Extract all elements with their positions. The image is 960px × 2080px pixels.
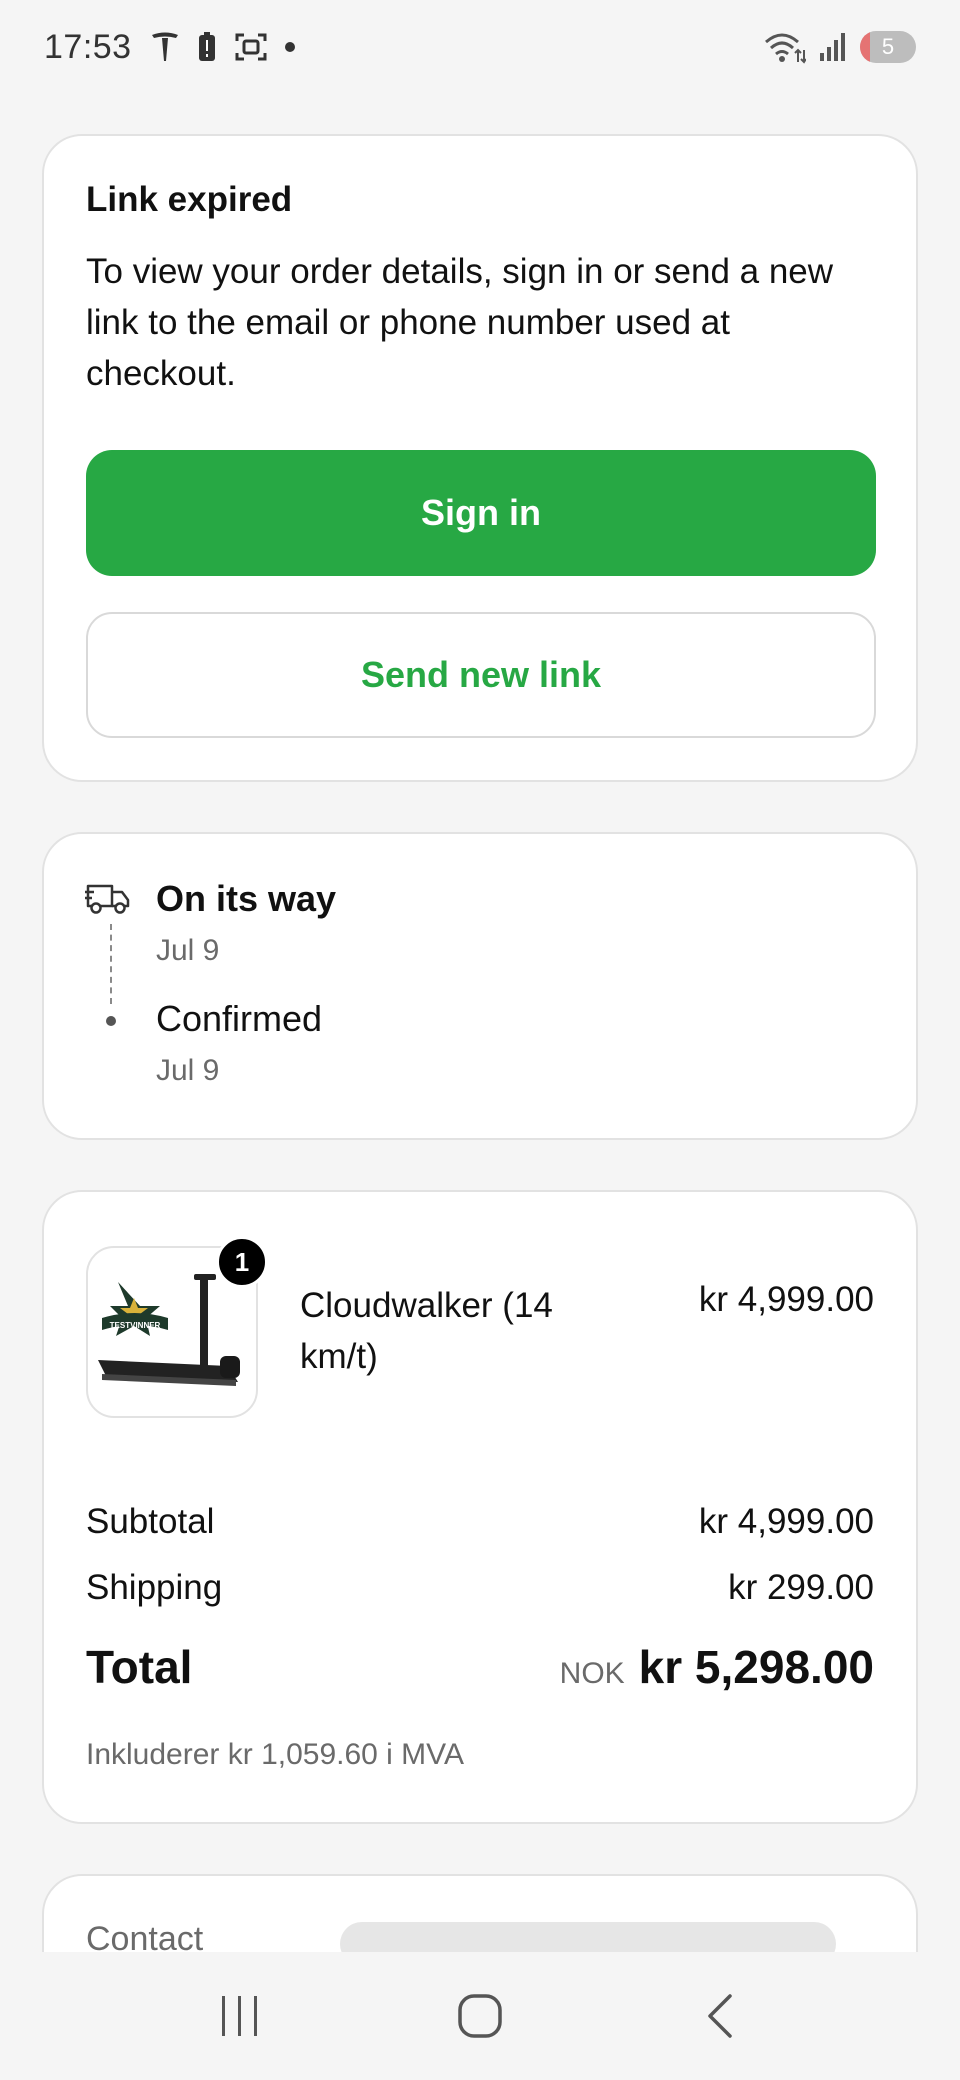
battery-alert-icon xyxy=(198,32,215,61)
step-title: On its way xyxy=(156,878,337,919)
tax-info: Inkluderer kr 1,059.60 i MVA xyxy=(86,1738,464,1771)
shipping-label: Shipping xyxy=(86,1568,223,1607)
status-time: 17:53 xyxy=(44,27,132,66)
total-amount: NOK kr 5,298.00 xyxy=(560,1640,874,1694)
signal-icon xyxy=(820,33,845,61)
total-label: Total xyxy=(86,1641,193,1693)
total-currency: NOK xyxy=(559,1657,625,1690)
timeline-connector xyxy=(110,924,112,1004)
contact-value-placeholder xyxy=(340,1922,836,1952)
send-new-link-label: Send new link xyxy=(360,654,602,695)
back-icon xyxy=(708,1994,732,2038)
timeline-dot xyxy=(106,1016,116,1026)
tesla-icon xyxy=(151,32,178,61)
recent-apps-icon xyxy=(222,1996,257,2036)
order-summary-card: TESTVINNER 1 Cloudwalker (14 km/t) kr 4,… xyxy=(42,1190,918,1824)
sign-in-label: Sign in xyxy=(421,492,541,533)
link-expired-message: To view your order details, sign in or s… xyxy=(86,252,834,393)
timeline-step-confirmed: Confirmed Jul 9 xyxy=(156,998,322,1088)
subtotal-label: Subtotal xyxy=(86,1502,215,1541)
status-right: 5 xyxy=(762,30,916,64)
home-icon xyxy=(458,1994,502,2038)
product-price: kr 4,999.00 xyxy=(698,1280,874,1319)
shipping-value: kr 299.00 xyxy=(728,1568,874,1607)
screen-capture-icon xyxy=(235,33,267,61)
total-row: Total NOK kr 5,298.00 xyxy=(86,1640,874,1694)
status-left: 17:53 xyxy=(44,28,296,67)
notification-dot-icon xyxy=(284,42,295,52)
subtotal-row: Subtotal kr 4,999.00 xyxy=(86,1502,874,1542)
step-title: Confirmed xyxy=(156,998,323,1039)
sign-in-button[interactable]: Sign in xyxy=(86,450,876,576)
link-expired-card: Link expired To view your order details,… xyxy=(42,134,918,782)
send-new-link-button[interactable]: Send new link xyxy=(86,612,876,738)
link-expired-title: Link expired xyxy=(86,180,293,219)
step-date: Jul 9 xyxy=(156,934,220,967)
subtotal-value: kr 4,999.00 xyxy=(698,1502,874,1541)
quantity-badge: 1 xyxy=(216,1236,268,1288)
shipping-status-card: On its way Jul 9 Confirmed Jul 9 xyxy=(42,832,918,1140)
delivery-truck-icon xyxy=(85,884,130,914)
battery-level: 5 xyxy=(881,34,895,59)
wifi-icon xyxy=(765,33,806,64)
system-navigation-bar xyxy=(0,1952,960,2080)
scroll-content[interactable]: Link expired To view your order details,… xyxy=(0,94,960,1952)
contact-card: Contact xyxy=(42,1874,918,1952)
recent-apps-button[interactable] xyxy=(200,1976,280,2056)
total-value: kr 5,298.00 xyxy=(638,1641,874,1693)
home-button[interactable] xyxy=(440,1976,520,2056)
product-name: Cloudwalker (14 km/t) xyxy=(300,1286,553,1376)
testvinner-badge-text: TESTVINNER xyxy=(110,1321,161,1330)
timeline-step-on-its-way: On its way Jul 9 xyxy=(156,878,336,968)
contact-label: Contact xyxy=(86,1920,204,1952)
status-bar: 17:53 5 xyxy=(0,0,960,94)
battery-indicator: 5 xyxy=(860,31,916,63)
status-icons xyxy=(150,31,296,63)
step-date: Jul 9 xyxy=(156,1054,220,1087)
back-button[interactable] xyxy=(680,1976,760,2056)
shipping-row: Shipping kr 299.00 xyxy=(86,1568,874,1608)
